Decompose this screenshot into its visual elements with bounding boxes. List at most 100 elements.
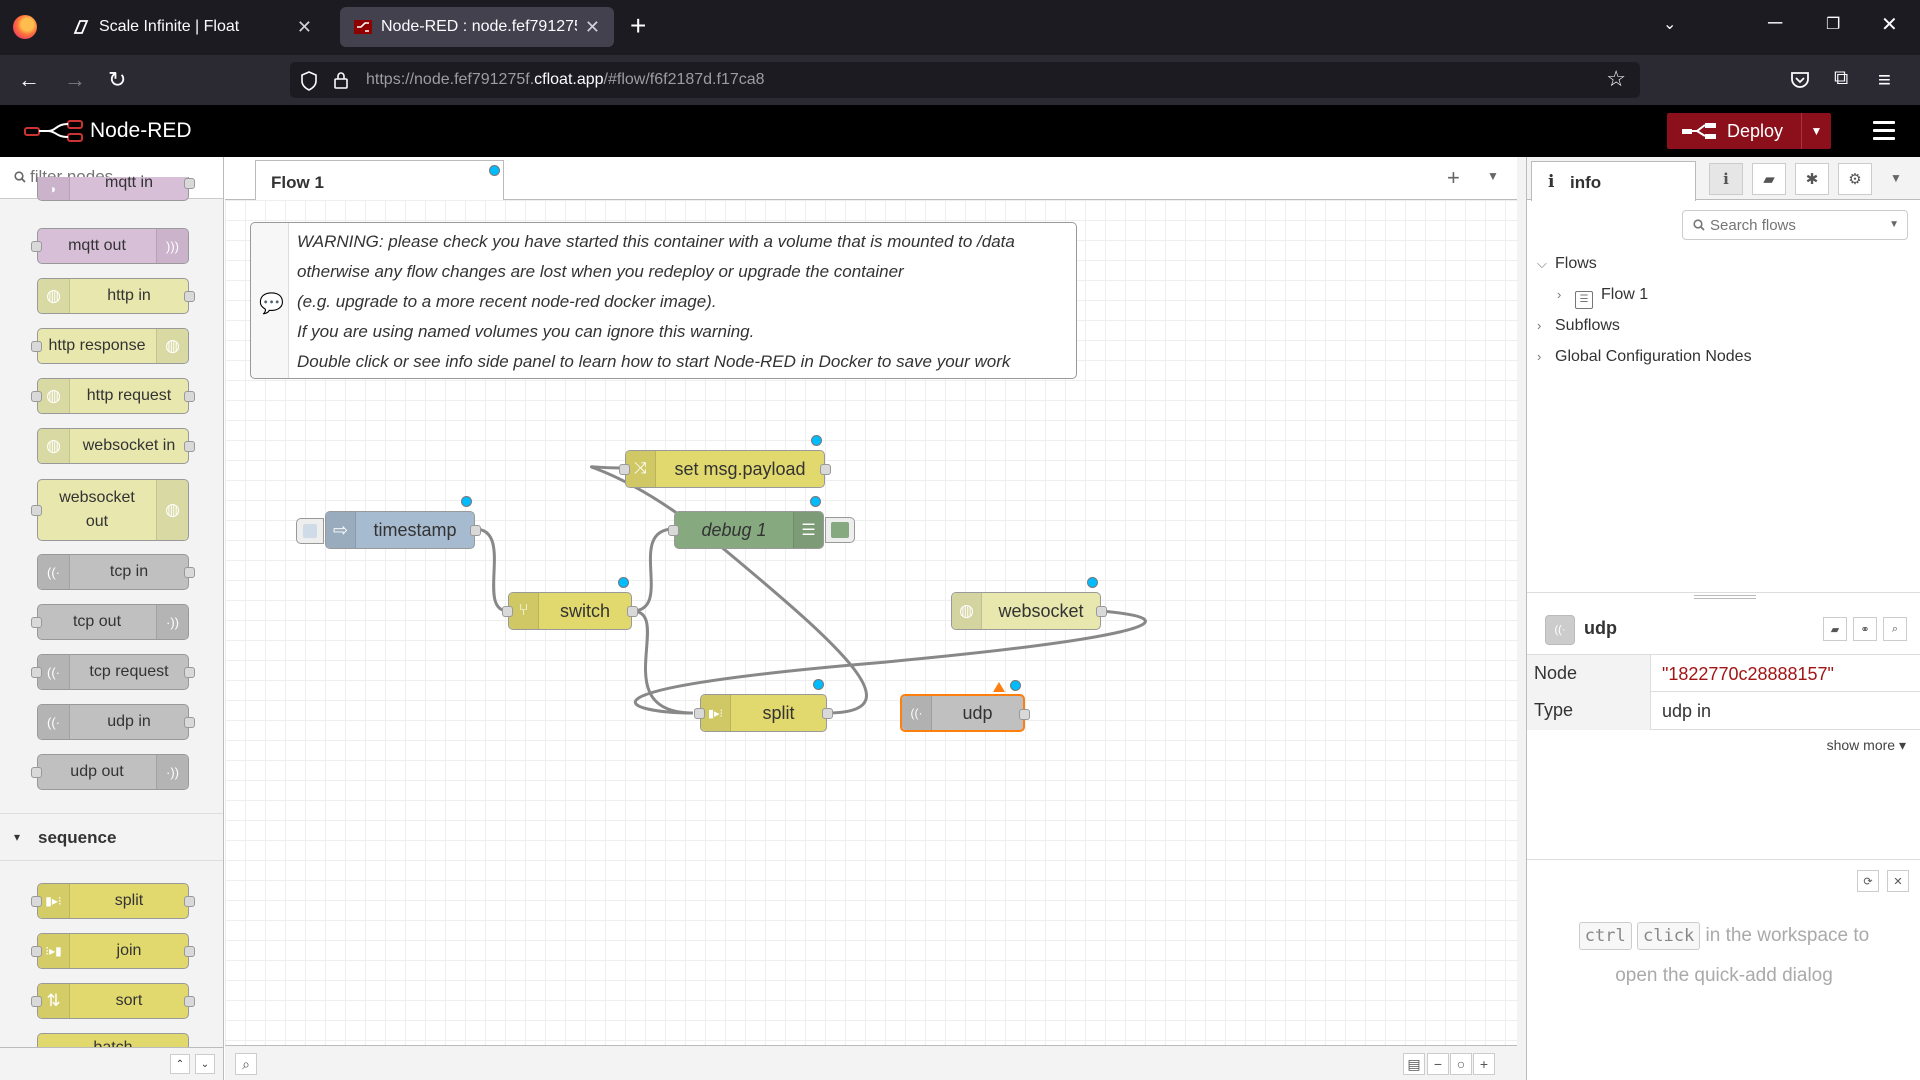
extensions-puzzle-icon[interactable]: ⧉ [1834, 67, 1848, 90]
palette-node-batch[interactable]: batch [37, 1033, 189, 1047]
help-book-icon[interactable]: ▰ [1823, 617, 1847, 641]
deploy-dropdown-icon[interactable]: ▼ [1801, 113, 1831, 149]
palette-node-tcp-request[interactable]: ((· tcp request [31, 654, 195, 690]
input-port[interactable] [31, 767, 42, 778]
palette-node-websocket-in[interactable]: ◍ websocket in [37, 428, 195, 464]
palette-node-join[interactable]: ⁝▸▮ join [31, 933, 195, 969]
output-port[interactable] [184, 946, 195, 957]
output-port[interactable] [1019, 709, 1030, 720]
url-text[interactable]: https://node.fef791275f.cfloat.app/#flow… [366, 71, 765, 89]
property-value[interactable]: "1822770c28888157" [1662, 664, 1834, 685]
input-port[interactable] [502, 606, 513, 617]
flow-workspace[interactable]: 💬 WARNING: please check you have started… [225, 200, 1517, 1045]
zoom-out-button[interactable]: − [1427, 1053, 1449, 1075]
palette-category-sequence[interactable]: ▾ sequence [0, 813, 223, 861]
forward-arrow-icon[interactable]: → [64, 67, 86, 93]
sidebar-split-handle[interactable] [1527, 592, 1920, 602]
output-port[interactable] [184, 178, 195, 189]
close-icon[interactable]: ✕ [1887, 870, 1909, 892]
flow-node-set-payload[interactable]: ⤨ set msg.payload [619, 435, 831, 488]
close-tab-icon[interactable]: ✕ [585, 17, 600, 38]
deploy-button[interactable]: Deploy ▼ [1667, 113, 1831, 149]
url-bar[interactable]: https://node.fef791275f.cfloat.app/#flow… [290, 62, 1640, 98]
input-port[interactable] [31, 667, 42, 678]
config-gear-icon[interactable]: ⚙ [1838, 163, 1872, 195]
inject-trigger-button[interactable] [296, 518, 324, 544]
expand-all-icon[interactable]: ⌄ [195, 1054, 215, 1074]
close-tab-icon[interactable]: ✕ [297, 17, 312, 38]
output-port[interactable] [184, 896, 195, 907]
output-port[interactable] [184, 667, 195, 678]
search-icon[interactable]: ⌕ [235, 1053, 257, 1075]
flow-node-debug[interactable]: debug 1 ☰ [668, 496, 855, 549]
new-tab-button[interactable]: + [630, 10, 646, 42]
back-arrow-icon[interactable]: ← [18, 67, 40, 93]
palette-node-tcp-out[interactable]: tcp out ·)) [31, 604, 189, 640]
browser-tab-float[interactable]: Scale Infinite | Float ✕ [58, 7, 326, 47]
collapse-all-icon[interactable]: ⌃ [170, 1054, 190, 1074]
browser-tab-node-red[interactable]: Node-RED : node.fef791275f.cfloat.app ✕ [340, 7, 614, 47]
input-port[interactable] [694, 708, 705, 719]
pocket-icon[interactable] [1790, 71, 1810, 89]
input-port[interactable] [619, 464, 630, 475]
tracking-shield-icon[interactable] [300, 71, 318, 91]
palette-node-http-request[interactable]: ◍ http request [31, 378, 195, 414]
refresh-icon[interactable]: ⟳ [1857, 870, 1879, 892]
input-port[interactable] [31, 391, 42, 402]
bookmark-star-icon[interactable]: ☆ [1606, 66, 1626, 92]
output-port[interactable] [470, 525, 481, 536]
output-port[interactable] [184, 996, 195, 1007]
tab-info[interactable]: i info [1531, 161, 1696, 201]
palette-node-mqtt-in[interactable]: ◗ mqtt in [37, 174, 195, 201]
firefox-logo-icon[interactable] [13, 15, 37, 39]
lock-icon[interactable] [334, 71, 348, 89]
flow-list-dropdown-icon[interactable]: ▼ [1487, 169, 1499, 183]
output-port[interactable] [822, 708, 833, 719]
palette-node-http-in[interactable]: ◍ http in [37, 278, 195, 314]
show-more-link[interactable]: show more ▾ [1827, 737, 1906, 754]
flow-node-udp[interactable]: ((· udp [900, 680, 1030, 732]
input-port[interactable] [31, 996, 42, 1007]
output-port[interactable] [184, 291, 195, 302]
chevron-down-icon[interactable]: ▼ [1889, 219, 1899, 230]
search-icon[interactable]: ⌕ [1883, 617, 1907, 641]
link-icon[interactable]: ⚭ [1853, 617, 1877, 641]
restore-window-button[interactable]: ❐ [1826, 14, 1840, 34]
output-port[interactable] [184, 441, 195, 452]
reload-icon[interactable]: ↻ [108, 67, 126, 93]
palette-node-mqtt-out[interactable]: mqtt out ))) [31, 228, 189, 264]
palette-node-sort[interactable]: ⇅ sort [31, 983, 195, 1019]
input-port[interactable] [668, 525, 679, 536]
input-port[interactable] [31, 946, 42, 957]
info-tab-icon[interactable]: i [1709, 163, 1743, 195]
search-flows-input[interactable] [1710, 217, 1885, 234]
warning-comment-node[interactable]: 💬 WARNING: please check you have started… [250, 222, 1077, 379]
app-menu-icon[interactable]: ≡ [1878, 67, 1891, 93]
palette-node-udp-out[interactable]: udp out ·)) [31, 754, 189, 790]
input-port[interactable] [31, 505, 42, 516]
navigator-map-icon[interactable]: ▤ [1403, 1053, 1425, 1075]
main-menu-button[interactable] [1873, 121, 1895, 145]
tree-item-flow-1[interactable]: › ☰ Flow 1 [1557, 286, 1648, 309]
palette-node-udp-in[interactable]: ((· udp in [37, 704, 195, 740]
tab-flow-1[interactable]: Flow 1 [255, 160, 504, 201]
debug-toggle-button[interactable] [825, 517, 855, 543]
flow-node-websocket[interactable]: ◍ websocket [951, 577, 1107, 630]
input-port[interactable] [31, 896, 42, 907]
palette-node-split[interactable]: ▮▸⁝ split [31, 883, 195, 919]
tree-item-flows[interactable]: ⌵ Flows [1537, 255, 1597, 273]
output-port[interactable] [184, 567, 195, 578]
debug-bug-icon[interactable]: ✱ [1795, 163, 1829, 195]
close-window-button[interactable]: ✕ [1881, 12, 1898, 37]
flow-node-split[interactable]: ▮▸⁝ split [694, 679, 833, 732]
palette-node-tcp-in[interactable]: ((· tcp in [37, 554, 195, 590]
input-port[interactable] [31, 617, 42, 628]
input-port[interactable] [31, 341, 42, 352]
tree-item-global-config[interactable]: › Global Configuration Nodes [1537, 348, 1752, 366]
minimize-window-button[interactable]: ─ [1768, 12, 1782, 35]
zoom-in-button[interactable]: + [1473, 1053, 1495, 1075]
palette-node-http-response[interactable]: http response ◍ [31, 328, 189, 364]
output-port[interactable] [184, 391, 195, 402]
flow-node-switch[interactable]: ⑂ switch [502, 577, 638, 630]
flow-node-timestamp[interactable]: ⇨ timestamp [296, 496, 481, 549]
